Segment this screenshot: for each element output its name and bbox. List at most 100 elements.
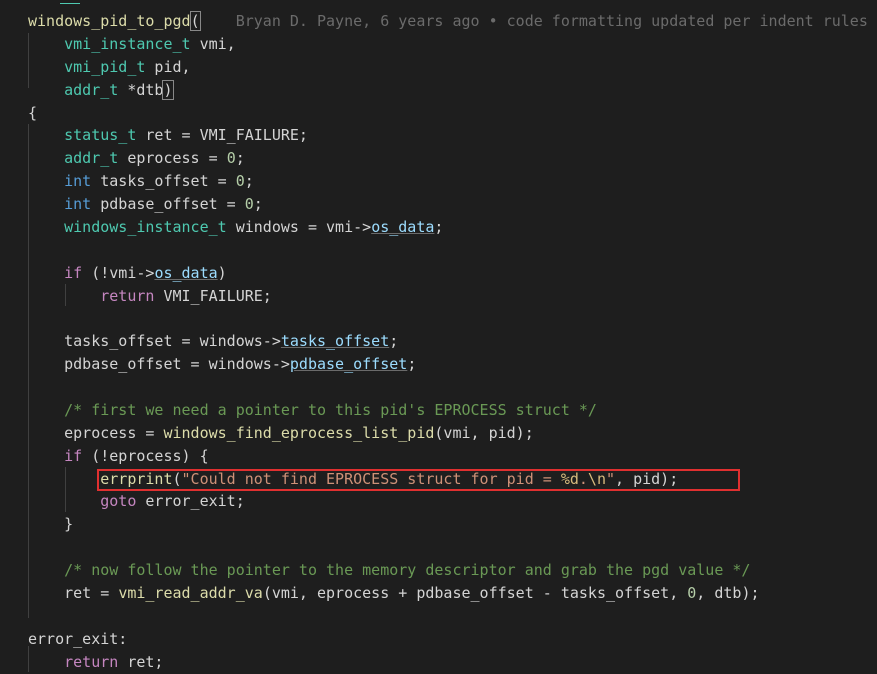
code-token: if bbox=[64, 446, 83, 465]
code-token: (!vmi-> bbox=[82, 263, 155, 282]
previous-line-fragment bbox=[60, 0, 80, 4]
code-line[interactable]: return ret; bbox=[28, 651, 163, 674]
code-token: return bbox=[100, 286, 155, 305]
code-line[interactable]: vmi_pid_t pid, bbox=[28, 56, 191, 79]
code-token: (vmi, pid); bbox=[434, 423, 534, 442]
code-token: addr_t bbox=[64, 149, 119, 168]
code-token: 0 bbox=[687, 584, 697, 602]
code-token: if bbox=[64, 263, 83, 282]
code-token: ( bbox=[189, 11, 201, 31]
code-token: vmi_pid_t bbox=[64, 57, 146, 76]
highlight-box bbox=[97, 469, 740, 491]
code-line[interactable]: vmi_instance_t vmi, bbox=[28, 33, 236, 56]
git-blame-annotation: Bryan D. Payne, 6 years ago • code forma… bbox=[199, 12, 868, 30]
code-line[interactable]: goto error_exit; bbox=[28, 490, 245, 513]
code-token: VMI_FAILURE; bbox=[154, 286, 272, 305]
code-line[interactable]: windows_instance_t windows = vmi->os_dat… bbox=[28, 216, 443, 239]
code-line[interactable]: addr_t *dtb) bbox=[28, 79, 174, 102]
code-line[interactable]: pdbase_offset = windows->pdbase_offset; bbox=[28, 353, 416, 376]
code-token: tasks_offset = windows-> bbox=[64, 332, 281, 351]
code-token: { bbox=[28, 103, 38, 122]
code-token: ret = bbox=[64, 584, 119, 602]
code-line[interactable]: windows_pid_to_pgd( Bryan D. Payne, 6 ye… bbox=[28, 10, 868, 33]
code-token: tasks_offset = bbox=[91, 172, 236, 191]
code-token: windows = vmi-> bbox=[226, 217, 372, 236]
code-token: (vmi, eprocess + pdbase_offset - tasks_o… bbox=[262, 584, 688, 602]
code-token: 0 bbox=[226, 149, 236, 168]
code-line[interactable]: if (!vmi->os_data) bbox=[28, 262, 227, 285]
code-token: *dtb bbox=[118, 80, 164, 99]
code-token: return bbox=[64, 652, 119, 671]
code-token: addr_t bbox=[64, 80, 119, 99]
code-token: /* first we need a pointer to this pid's… bbox=[64, 400, 597, 419]
code-line[interactable]: { bbox=[28, 102, 37, 125]
code-token: /* now follow the pointer to the memory … bbox=[64, 561, 751, 580]
code-token: eprocess = bbox=[118, 149, 227, 168]
code-line[interactable]: eprocess = windows_find_eprocess_list_pi… bbox=[28, 422, 534, 445]
code-line[interactable]: int pdbase_offset = 0; bbox=[28, 193, 263, 216]
code-token: ; bbox=[434, 217, 444, 236]
code-token: status_t bbox=[64, 126, 137, 145]
code-line[interactable]: addr_t eprocess = 0; bbox=[28, 147, 245, 170]
code-token: ) bbox=[217, 263, 227, 282]
code-token: pdbase_offset bbox=[289, 355, 408, 374]
code-token: windows_instance_t bbox=[64, 217, 227, 236]
code-line[interactable]: return VMI_FAILURE; bbox=[28, 285, 272, 308]
code-token: os_data bbox=[371, 217, 435, 236]
code-token: pid, bbox=[145, 57, 191, 76]
code-token: ; bbox=[407, 355, 417, 374]
code-line[interactable]: tasks_offset = windows->tasks_offset; bbox=[28, 330, 398, 353]
code-token: pdbase_offset = bbox=[91, 195, 245, 214]
code-token: os_data bbox=[154, 263, 218, 282]
code-line[interactable]: if (!eprocess) { bbox=[28, 445, 209, 468]
code-line[interactable]: } bbox=[28, 513, 73, 536]
code-token: tasks_offset bbox=[280, 332, 390, 351]
code-token: } bbox=[64, 515, 74, 534]
code-line[interactable]: status_t ret = VMI_FAILURE; bbox=[28, 124, 308, 147]
code-token: ret = VMI_FAILURE; bbox=[136, 126, 308, 145]
code-token: vmi, bbox=[190, 34, 236, 53]
code-token: ) bbox=[162, 79, 174, 100]
code-token: goto bbox=[100, 492, 137, 511]
code-token: ; bbox=[389, 332, 399, 351]
code-token: windows_pid_to_pgd bbox=[28, 12, 191, 30]
code-token: ; bbox=[235, 149, 245, 168]
code-token: , dtb); bbox=[696, 584, 760, 602]
code-line[interactable]: error_exit: bbox=[28, 628, 127, 651]
code-token: int bbox=[64, 172, 92, 191]
code-editor[interactable]: windows_pid_to_pgd( Bryan D. Payne, 6 ye… bbox=[0, 0, 877, 672]
code-token: vmi_instance_t bbox=[64, 34, 191, 53]
code-line[interactable]: /* first we need a pointer to this pid's… bbox=[28, 399, 597, 422]
code-token: windows_find_eprocess_list_pid bbox=[163, 423, 435, 442]
code-token: 0 bbox=[235, 172, 245, 191]
code-token: pdbase_offset = windows-> bbox=[64, 355, 290, 374]
code-line[interactable]: ret = vmi_read_addr_va(vmi, eprocess + p… bbox=[28, 582, 760, 605]
code-token: vmi_read_addr_va bbox=[118, 584, 263, 602]
code-token: error_exit; bbox=[136, 492, 245, 511]
code-token: error_exit: bbox=[28, 629, 128, 648]
code-line[interactable]: /* now follow the pointer to the memory … bbox=[28, 559, 750, 582]
code-line[interactable]: int tasks_offset = 0; bbox=[28, 170, 254, 193]
code-token: 0 bbox=[244, 195, 254, 214]
code-token: ret; bbox=[118, 652, 164, 671]
